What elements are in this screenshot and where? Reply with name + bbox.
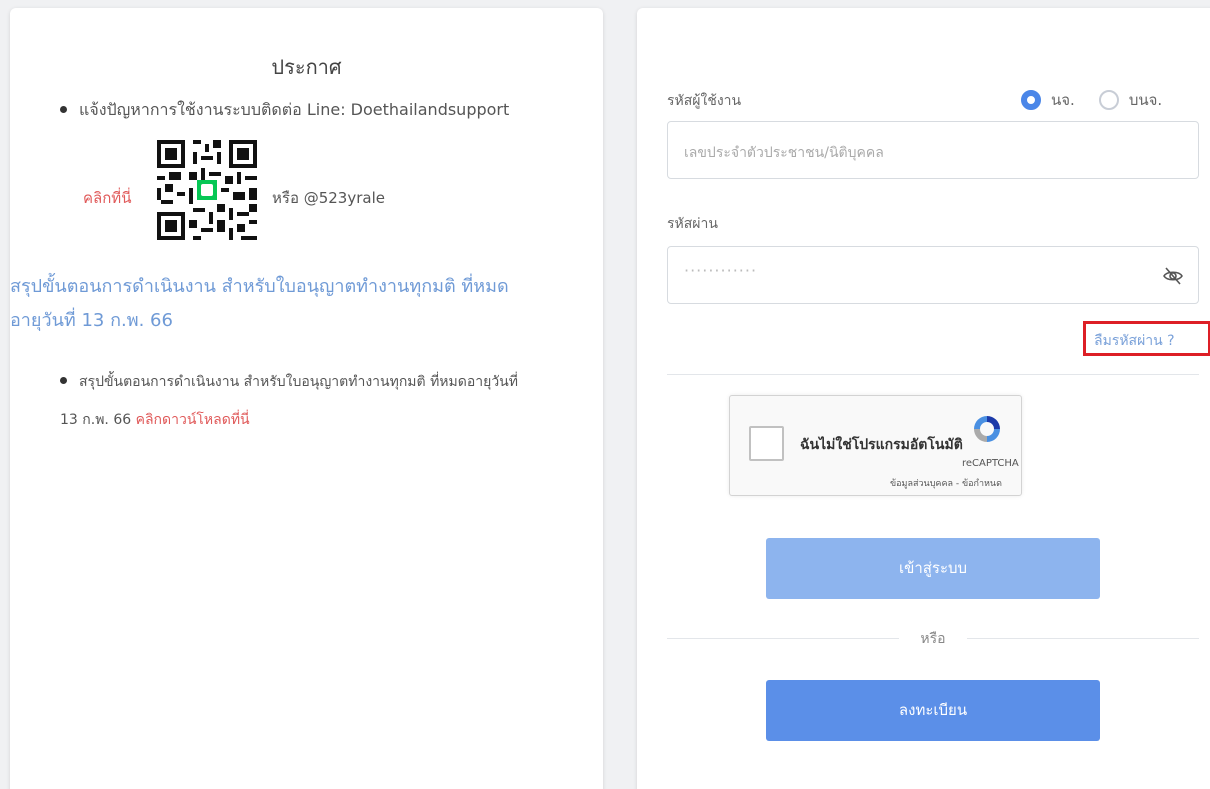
radio-employer-label[interactable]: นจ. [1051, 88, 1075, 112]
username-placeholder: เลขประจำตัวประชาชน/นิติบุคคล [684, 145, 884, 161]
eye-slash-icon[interactable] [1162, 265, 1184, 287]
radio-employer[interactable] [1021, 90, 1041, 110]
username-label: รหัสผู้ใช้งาน [667, 93, 742, 109]
line-contact-item: แจ้งปัญหาการใช้งานระบบติดต่อ Line: Doeth… [60, 98, 509, 123]
password-label: รหัสผ่าน [667, 216, 718, 232]
user-type-radio-group: นจ. บนจ. [1021, 88, 1186, 112]
announcement-title: ประกาศ [271, 55, 342, 79]
summary-item-text: สรุปขั้นตอนการดำเนินงาน สำหรับใบอนุญาตทำ… [60, 374, 518, 428]
recaptcha-widget: ฉันไม่ใช่โปรแกรมอัตโนมัติ reCAPTCHA ข้อม… [729, 395, 1022, 496]
password-input[interactable]: ············ [667, 246, 1199, 304]
username-input[interactable]: เลขประจำตัวประชาชน/นิติบุคคล [667, 121, 1199, 179]
download-link[interactable]: คลิกดาวน์โหลดที่นี่ [136, 412, 250, 428]
recaptcha-logo-icon [970, 412, 1004, 450]
summary-list-item: สรุปขั้นตอนการดำเนินงาน สำหรับใบอนุญาตทำ… [60, 363, 530, 439]
click-here-link[interactable]: คลิกที่นี่ [83, 186, 131, 210]
recaptcha-terms-link[interactable]: ข้อมูลส่วนบุคคล - ข้อกำหนด [890, 476, 1002, 490]
bullet-icon [60, 377, 67, 384]
recaptcha-label: ฉันไม่ใช่โปรแกรมอัตโนมัติ [800, 437, 963, 453]
login-button[interactable]: เข้าสู่ระบบ [766, 538, 1100, 599]
bullet-icon [60, 105, 67, 113]
line-id-text: หรือ @523yrale [272, 189, 385, 207]
or-text: หรือ [920, 631, 946, 647]
divider [967, 638, 1199, 639]
divider [667, 374, 1199, 375]
password-value: ············ [684, 261, 758, 280]
login-panel: รหัสผู้ใช้งาน นจ. บนจ. เลขประจำตัวประชาช… [637, 8, 1210, 789]
summary-heading-link[interactable]: สรุปขั้นตอนการดำเนินงาน สำหรับใบอนุญาตทำ… [10, 270, 540, 338]
qr-code-icon [153, 136, 261, 244]
forgot-password-link[interactable]: ลืมรหัสผ่าน ? [1083, 321, 1210, 356]
radio-non-employer-label[interactable]: บนจ. [1129, 88, 1162, 112]
recaptcha-brand: reCAPTCHA [962, 458, 1019, 469]
or-separator: หรือ [667, 628, 1199, 648]
register-button[interactable]: ลงทะเบียน [766, 680, 1100, 741]
radio-non-employer[interactable] [1098, 90, 1119, 110]
line-contact-text: แจ้งปัญหาการใช้งานระบบติดต่อ Line: Doeth… [79, 100, 510, 119]
recaptcha-checkbox[interactable] [749, 426, 784, 461]
announcement-panel: ประกาศ แจ้งปัญหาการใช้งานระบบติดต่อ Line… [10, 8, 603, 789]
